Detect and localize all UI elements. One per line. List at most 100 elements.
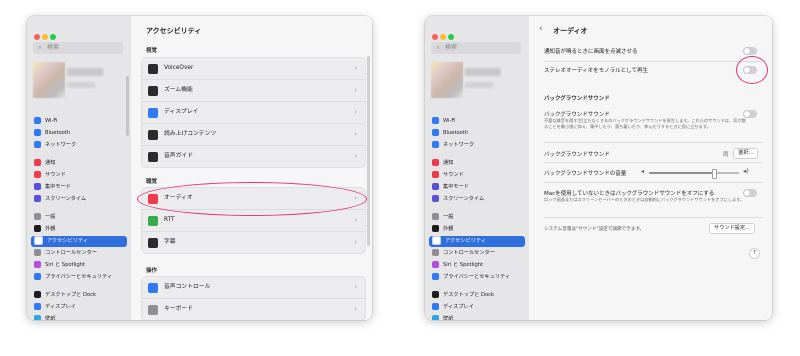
- sidebar-item[interactable]: 外観: [31, 224, 127, 235]
- sidebar-item-label: Siri と Spotlight: [45, 262, 86, 268]
- close-window-button[interactable]: [34, 34, 40, 40]
- auto-off-label: Macを使用していないときはバックグラウンドサウンドをオフにする: [544, 191, 715, 197]
- back-button[interactable]: ‹: [539, 24, 543, 34]
- sidebar-item-label: Wi-Fi: [45, 118, 58, 124]
- sidebar-item-label: スクリーンタイム: [443, 196, 485, 202]
- volume-slider-knob[interactable]: [712, 169, 718, 179]
- sidebar-item[interactable]: スクリーンタイム: [31, 194, 127, 205]
- list-item-label: VoiceOver: [164, 65, 194, 71]
- sidebar-item[interactable]: Siri と Spotlight: [31, 260, 127, 271]
- main-scrollbar[interactable]: [367, 56, 370, 246]
- sidebar-item[interactable]: 一般: [31, 212, 127, 223]
- chevron-right-icon: ›: [354, 305, 357, 313]
- list-item[interactable]: ディスプレイ ›: [142, 102, 365, 124]
- accessibility-icon: [432, 235, 441, 245]
- sidebar-item[interactable]: 通知: [429, 158, 525, 169]
- sidebar-item-label: ディスプレイ: [443, 304, 474, 310]
- choose-sound-button[interactable]: 選択...: [733, 148, 759, 159]
- sidebar-item[interactable]: デスクトップと Dock: [31, 290, 127, 301]
- sidebar-item[interactable]: 集中モード: [429, 182, 525, 193]
- sound-settings-button[interactable]: サウンド設定...: [709, 223, 756, 234]
- sidebar-item[interactable]: 外観: [429, 224, 525, 235]
- sidebar-item[interactable]: コントロールセンター: [429, 248, 525, 259]
- search-field[interactable]: ⌕ 検索: [33, 42, 123, 54]
- sidebar-item[interactable]: 一般: [429, 212, 525, 223]
- wallpaper-icon: [432, 314, 439, 320]
- notifications-icon: [432, 158, 439, 166]
- zoom-window-button[interactable]: [448, 34, 454, 40]
- close-window-button[interactable]: [432, 34, 438, 40]
- background-sounds-toggle[interactable]: [743, 110, 757, 118]
- list-item[interactable]: ズーム機能 ›: [142, 80, 365, 102]
- sidebar-item[interactable]: ネットワーク: [429, 140, 525, 151]
- display-icon: [432, 302, 439, 310]
- sidebar-item[interactable]: コントロールセンター: [31, 248, 127, 259]
- sidebar-item-label: Bluetooth: [443, 130, 469, 136]
- sidebar-item[interactable]: ディスプレイ: [429, 302, 525, 313]
- siri-icon: [34, 260, 41, 268]
- sidebar-item[interactable]: アクセシビリティ: [429, 235, 525, 247]
- list-item[interactable]: 読み上げコンテンツ ›: [142, 124, 365, 146]
- sidebar-item[interactable]: サウンド: [31, 170, 127, 181]
- chevron-right-icon: ›: [354, 152, 357, 160]
- search-field[interactable]: ⌕ 検索: [431, 42, 521, 54]
- captions-icon: [148, 237, 158, 248]
- sidebar-item[interactable]: 壁紙: [31, 314, 127, 320]
- sidebar-item[interactable]: サウンド: [429, 170, 525, 181]
- sidebar-item[interactable]: Wi-Fi: [31, 116, 127, 127]
- sidebar-item[interactable]: Bluetooth: [429, 128, 525, 139]
- sidebar-item[interactable]: 壁紙: [429, 314, 525, 320]
- search-placeholder: 検索: [445, 44, 458, 51]
- sidebar-item[interactable]: プライバシーとセキュリティ: [429, 272, 525, 283]
- sidebar-item-label: Wi-Fi: [443, 118, 456, 124]
- account-name-blurred: [67, 68, 103, 76]
- chevron-right-icon: ›: [354, 64, 357, 72]
- audio-description-icon: [148, 151, 158, 162]
- background-sounds-description: 不要な雑音を隠す/目立たなくするのバックグラウンドサウンドを再生します。これらの…: [544, 118, 746, 129]
- background-sound-value: 雨: [723, 152, 729, 158]
- list-item[interactable]: 字幕 ›: [142, 232, 365, 253]
- list-item-label: 音声コントロール: [164, 284, 211, 290]
- list-item[interactable]: VoiceOver ›: [142, 58, 365, 80]
- sidebar-scrollbar[interactable]: [126, 76, 129, 136]
- sidebar-item-label: 壁紙: [443, 316, 454, 320]
- zoom-window-button[interactable]: [50, 34, 56, 40]
- flash-screen-toggle[interactable]: [743, 47, 757, 55]
- dock-icon: [432, 290, 439, 298]
- avatar[interactable]: [431, 62, 463, 98]
- dock-icon: [34, 290, 41, 298]
- help-button[interactable]: ?: [749, 248, 760, 259]
- sidebar-item[interactable]: Bluetooth: [31, 128, 127, 139]
- appearance-icon: [34, 224, 41, 232]
- sidebar-item[interactable]: アクセシビリティ: [31, 235, 127, 247]
- sidebar-item[interactable]: ネットワーク: [31, 140, 127, 151]
- sidebar-item[interactable]: 通知: [31, 158, 127, 169]
- focus-icon: [432, 182, 439, 190]
- sidebar-item[interactable]: ディスプレイ: [31, 302, 127, 313]
- section-background-title: バックグラウンドサウンド: [544, 96, 610, 102]
- list-item[interactable]: 音声コントロール ›: [142, 277, 365, 299]
- sidebar-item-label: 通知: [45, 160, 56, 166]
- list-item[interactable]: キーボード ›: [142, 299, 365, 320]
- list-item-label: ディスプレイ: [164, 109, 199, 115]
- screen-time-icon: [432, 194, 439, 202]
- volume-slider[interactable]: [649, 169, 739, 179]
- sound-icon: [432, 170, 439, 178]
- sidebar-item[interactable]: 集中モード: [31, 182, 127, 193]
- sidebar-item[interactable]: プライバシーとセキュリティ: [31, 272, 127, 283]
- sidebar-item[interactable]: Siri と Spotlight: [429, 260, 525, 271]
- general-icon: [34, 212, 41, 220]
- sidebar-item[interactable]: デスクトップと Dock: [429, 290, 525, 301]
- background-volume-label: バックグラウンドサウンドの音量: [544, 171, 627, 177]
- main-pane: アクセシビリティ 視覚 VoiceOver › ズーム機能 › ディスプレイ › 読み上げコ…: [131, 16, 372, 320]
- list-item[interactable]: 音声ガイド ›: [142, 146, 365, 167]
- minimize-window-button[interactable]: [42, 34, 48, 40]
- background-sounds-label: バックグラウンドサウンド: [544, 112, 610, 118]
- sidebar-item[interactable]: スクリーンタイム: [429, 194, 525, 205]
- avatar[interactable]: [33, 62, 65, 98]
- auto-off-toggle[interactable]: [743, 189, 757, 197]
- minimize-window-button[interactable]: [440, 34, 446, 40]
- page-title: オーディオ: [553, 27, 588, 35]
- sidebar-item[interactable]: Wi-Fi: [429, 116, 525, 127]
- account-detail-blurred: [465, 82, 493, 88]
